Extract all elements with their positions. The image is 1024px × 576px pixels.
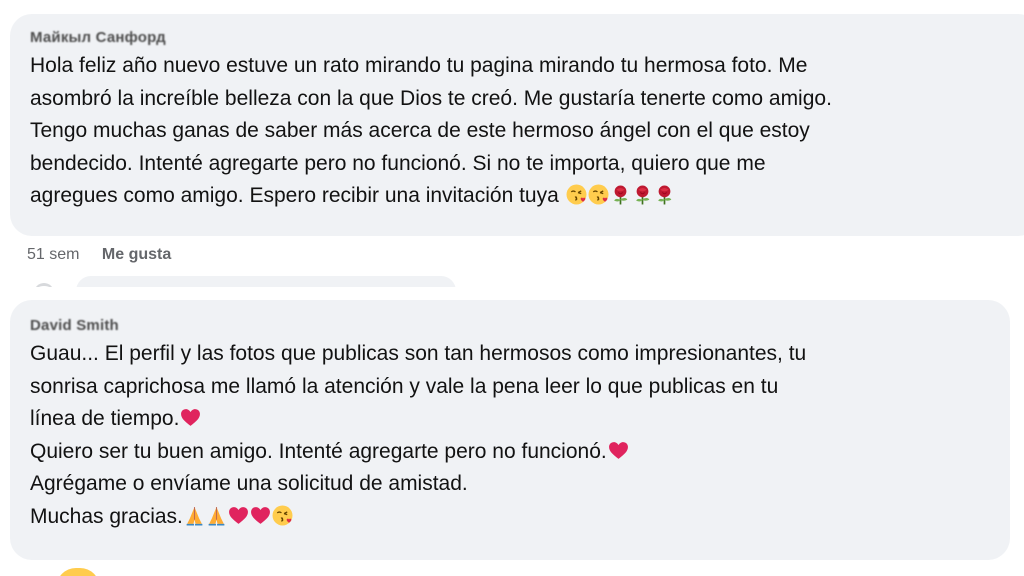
comment-text: Muchas gracias. [30, 504, 183, 528]
heart-icon [181, 409, 201, 426]
heart-icon [250, 506, 270, 524]
comment-timestamp[interactable]: 51 sem [27, 246, 79, 263]
rose-icon [657, 185, 671, 205]
comment-text: agregues como amigo. Espero recibir una … [30, 184, 559, 207]
comment-author[interactable]: David Smith [30, 316, 1010, 336]
comment-text-line: Agrégame o envíame una solicitud de amis… [30, 472, 468, 495]
like-button[interactable]: Me gusta [102, 246, 171, 263]
reaction-emoji-icon[interactable] [56, 568, 100, 576]
comment-text-line: sonrisa caprichosa me llamó la atención … [30, 374, 779, 398]
kiss-face-icon [588, 184, 609, 205]
comment-text-line: bendecido. Intenté agregarte pero no fun… [30, 151, 766, 175]
comment-text: Quiero ser tu buen amigo. Intenté agrega… [30, 439, 607, 463]
comment-actions: 51 sem Me gusta [27, 243, 171, 267]
comment-divider [0, 287, 1024, 300]
comment-text-line: línea de tiempo. [30, 403, 1010, 436]
comments-panel: Майкыл Санфорд Hola feliz año nuevo estu… [0, 0, 1024, 576]
comment-text-line-last: agregues como amigo. Espero recibir una … [30, 180, 1024, 213]
rose-icon [613, 185, 627, 205]
kiss-face-icon [272, 505, 293, 525]
heart-icon [608, 441, 628, 459]
comment-text-line: Guau... El perfil y las fotos que public… [30, 342, 807, 365]
comment-text-line: Hola feliz año nuevo estuve un rato mira… [30, 54, 808, 77]
folded-hands-icon [208, 506, 225, 525]
comment-text-line: asombró la increíble belleza con la que … [30, 86, 832, 110]
rose-icon [635, 185, 649, 205]
comment-author[interactable]: Майкыл Санфорд [30, 28, 1024, 48]
comment-text-line: Quiero ser tu buen amigo. Intenté agrega… [30, 436, 1010, 469]
comment-text: línea de tiempo. [30, 407, 180, 430]
comment-text-line: Muchas gracias. [30, 501, 1010, 534]
comment-text-line: Tengo muchas ganas de saber más acerca d… [30, 119, 810, 142]
comment-bubble: Майкыл Санфорд Hola feliz año nuevo estu… [10, 14, 1024, 236]
folded-hands-icon [186, 506, 203, 525]
heart-icon [228, 506, 248, 524]
comment-bubble: David Smith Guau... El perfil y las foto… [10, 300, 1010, 560]
kiss-face-icon [566, 184, 587, 205]
